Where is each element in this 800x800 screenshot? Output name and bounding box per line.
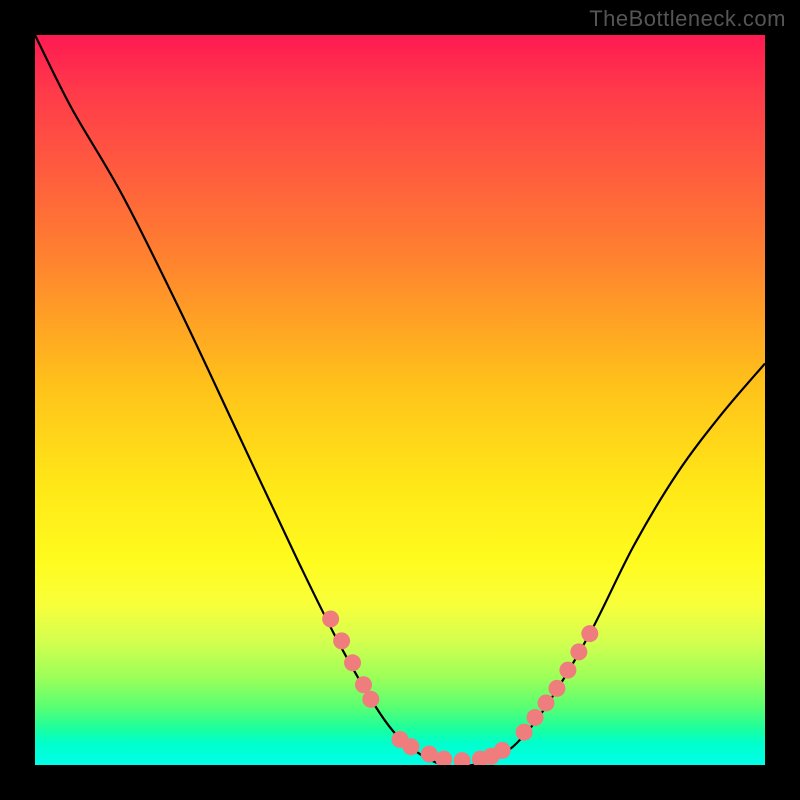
chart-marker <box>333 632 350 649</box>
chart-marker <box>454 752 471 765</box>
chart-curve <box>35 35 765 765</box>
chart-marker <box>355 676 372 693</box>
chart-marker <box>548 680 565 697</box>
chart-marker <box>362 691 379 708</box>
chart-marker <box>494 742 511 759</box>
chart-marker <box>516 724 533 741</box>
chart-marker <box>581 625 598 642</box>
chart-marker <box>527 709 544 726</box>
chart-marker <box>435 751 452 765</box>
chart-markers <box>322 611 598 766</box>
chart-marker <box>322 611 339 628</box>
chart-marker <box>559 662 576 679</box>
chart-plot-area <box>35 35 765 765</box>
chart-marker <box>421 746 438 763</box>
chart-marker <box>402 738 419 755</box>
chart-marker <box>538 694 555 711</box>
chart-marker <box>570 643 587 660</box>
chart-marker <box>344 654 361 671</box>
chart-svg <box>35 35 765 765</box>
watermark-text: TheBottleneck.com <box>589 6 786 32</box>
